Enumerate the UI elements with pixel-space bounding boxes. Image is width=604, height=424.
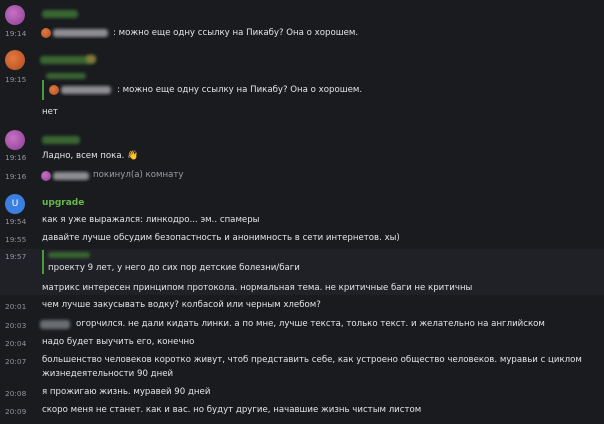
avatar[interactable] xyxy=(5,50,25,70)
sender-name-upgrade[interactable]: upgrade xyxy=(42,198,84,208)
reply-sender-obscured xyxy=(48,252,90,258)
message-timestamp: 19:54 xyxy=(5,217,27,226)
sender-badge-obscured xyxy=(86,55,96,63)
mention-name-obscured xyxy=(61,86,111,94)
message-timestamp: 19:57 xyxy=(5,252,27,261)
event-timestamp: 19:16 xyxy=(5,172,27,181)
message-timestamp: 20:03 xyxy=(5,321,27,330)
mentioned-user-obscured[interactable] xyxy=(40,320,70,329)
message-text: большенство человеков коротко живут, что… xyxy=(42,355,582,365)
message-text: нет xyxy=(42,107,58,117)
event-user-pill[interactable] xyxy=(40,170,92,182)
avatar[interactable] xyxy=(5,5,25,25)
message-text: как я уже выражался: линкодро... эм.. сп… xyxy=(42,215,260,225)
avatar[interactable] xyxy=(5,130,25,150)
reply-quote-text: : можно еще одну ссылку на Пикабу? Она о… xyxy=(117,85,363,95)
mention-name-obscured xyxy=(53,29,108,37)
message-timestamp: 19:55 xyxy=(5,235,27,244)
event-text: покинул(а) комнату xyxy=(93,170,184,180)
message-text: скоро меня не станет. как и вас. но буду… xyxy=(42,405,422,415)
message-timestamp: 20:07 xyxy=(5,357,27,366)
mention-pill[interactable] xyxy=(40,27,112,39)
message-text: : можно еще одну ссылку на Пикабу? Она о… xyxy=(113,28,359,38)
message-text: надо будет выучить его, конечно xyxy=(42,337,195,347)
message-text-continuation: жизнедеятельности 90 дней xyxy=(42,369,174,379)
message-timestamp: 19:15 xyxy=(5,75,27,84)
message-timestamp: 20:04 xyxy=(5,339,27,348)
event-user-name-obscured xyxy=(53,172,89,180)
sender-name-obscured[interactable] xyxy=(42,136,80,144)
message-text: огорчился. не дали кидать линки. а по мн… xyxy=(76,319,545,329)
event-user-avatar xyxy=(41,171,51,181)
mention-avatar xyxy=(41,28,51,38)
reply-quote-text: проекту 9 лет, у него до сих пор детские… xyxy=(48,263,300,273)
mention-pill[interactable] xyxy=(48,84,116,96)
avatar-upgrade[interactable]: U xyxy=(5,194,25,214)
message-timestamp: 19:14 xyxy=(5,29,27,38)
message-text: чем лучше закусывать водку? колбасой или… xyxy=(42,300,321,310)
sender-name-obscured[interactable] xyxy=(42,10,78,18)
reply-quote-bar xyxy=(42,250,44,274)
message-text: Ладно, всем пока. 👋 xyxy=(42,150,138,162)
mention-avatar xyxy=(49,85,59,95)
message-timestamp: 19:16 xyxy=(5,153,27,162)
message-timestamp: 20:08 xyxy=(5,389,27,398)
message-timestamp: 20:09 xyxy=(5,407,27,416)
message-text: я прожигаю жизнь. муравей 90 дней xyxy=(42,387,211,397)
message-timestamp: 20:01 xyxy=(5,302,27,311)
waving-hand-emoji: 👋 xyxy=(127,151,139,161)
reply-sender-obscured xyxy=(46,73,86,79)
message-text: матрикс интересен принципом протокола. н… xyxy=(42,283,473,293)
message-text-content: Ладно, всем пока. xyxy=(42,151,125,161)
message-text: давайте лучше обсудим безопастность и ан… xyxy=(42,233,400,243)
reply-quote-bar xyxy=(42,80,44,100)
